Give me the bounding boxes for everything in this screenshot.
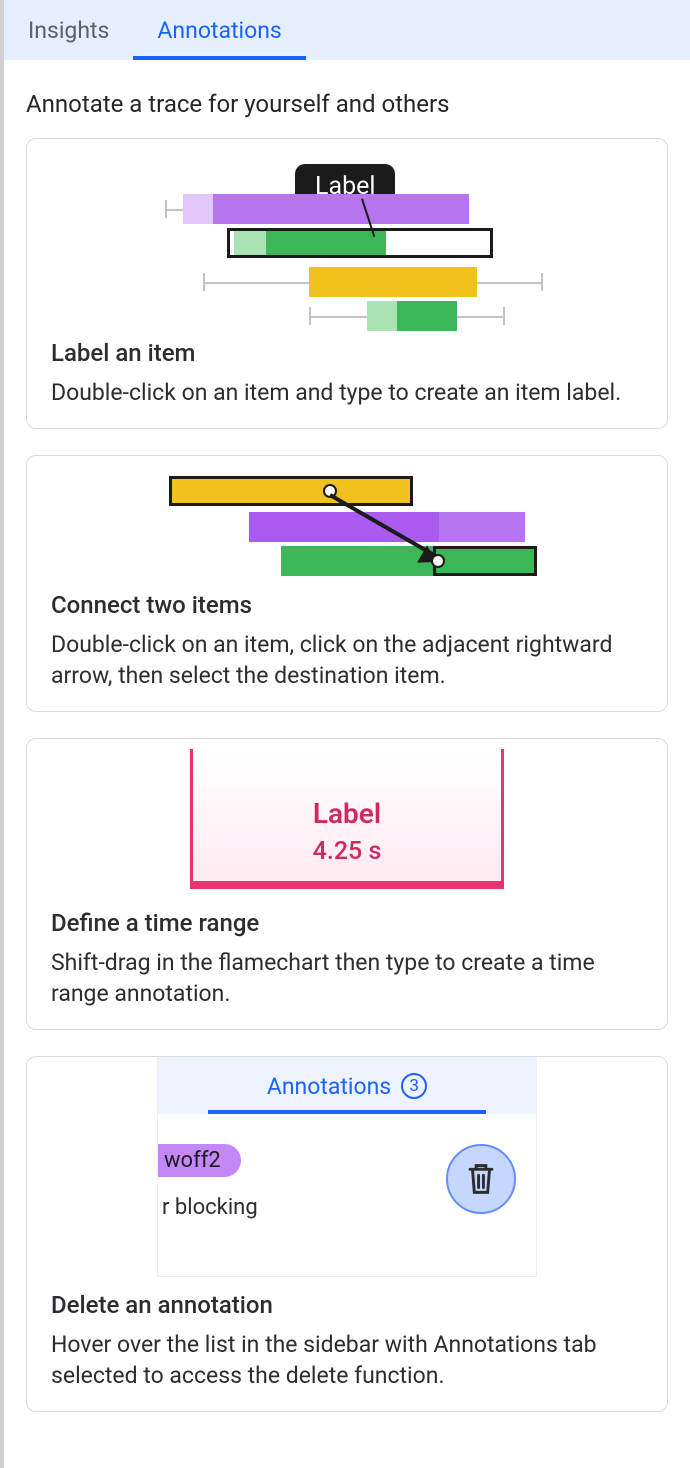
annotations-tab-header: Annotations 3 [158, 1058, 536, 1114]
card4-title: Delete an annotation [51, 1291, 643, 1319]
card-time-range: Label 4.25 s Define a time range Shift-d… [26, 738, 668, 1030]
delete-annotation-button[interactable] [446, 1144, 516, 1214]
annotations-count-badge: 3 [401, 1073, 427, 1099]
flame-bar [249, 512, 439, 542]
annotations-sidebar-preview: Annotations 3 woff2 r blocking [157, 1057, 537, 1277]
flame-bar [367, 301, 397, 331]
card2-illustration [27, 456, 667, 591]
flame-bar-dest [433, 546, 537, 576]
card1-title: Label an item [51, 339, 643, 367]
connector-node-end [431, 554, 445, 568]
card4-desc: Hover over the list in the sidebar with … [51, 1329, 643, 1391]
tab-annotations-label: Annotations [157, 17, 281, 44]
card2-desc: Double-click on an item, click on the ad… [51, 629, 643, 691]
card-connect-items: Connect two items Double-click on an ite… [26, 455, 668, 712]
annotation-chip: woff2 [158, 1144, 241, 1177]
card-delete-annotation: Annotations 3 woff2 r blocking [26, 1056, 668, 1412]
tab-insights-label: Insights [28, 17, 109, 44]
flame-bar [266, 231, 386, 255]
flame-bar [183, 194, 213, 224]
flame-bar [234, 231, 266, 255]
card2-title: Connect two items [51, 591, 643, 619]
card4-illustration: Annotations 3 woff2 r blocking [27, 1057, 667, 1277]
tab-bar: Insights Annotations [4, 0, 690, 60]
flame-bar [213, 194, 469, 224]
card3-illustration: Label 4.25 s [27, 739, 667, 889]
flame-bar [309, 267, 477, 297]
card3-title: Define a time range [51, 909, 643, 937]
time-range-label: Label [27, 797, 667, 830]
time-range-value: 4.25 s [27, 837, 667, 866]
trash-icon [466, 1162, 496, 1196]
annotations-tab-label: Annotations [267, 1073, 391, 1100]
flame-bar-source [169, 476, 413, 506]
card1-illustration: Label [27, 139, 667, 339]
flame-bar [397, 301, 457, 331]
card3-desc: Shift-drag in the flamechart then type t… [51, 947, 643, 1009]
card1-desc: Double-click on an item and type to crea… [51, 377, 643, 408]
tab-insights[interactable]: Insights [4, 0, 133, 60]
tab-underline [133, 56, 305, 60]
flame-bar [281, 546, 433, 576]
card-label-item: Label [26, 138, 668, 429]
selected-item-outline [227, 228, 493, 258]
intro-text: Annotate a trace for yourself and others [26, 90, 668, 118]
tab-annotations[interactable]: Annotations [133, 0, 305, 60]
